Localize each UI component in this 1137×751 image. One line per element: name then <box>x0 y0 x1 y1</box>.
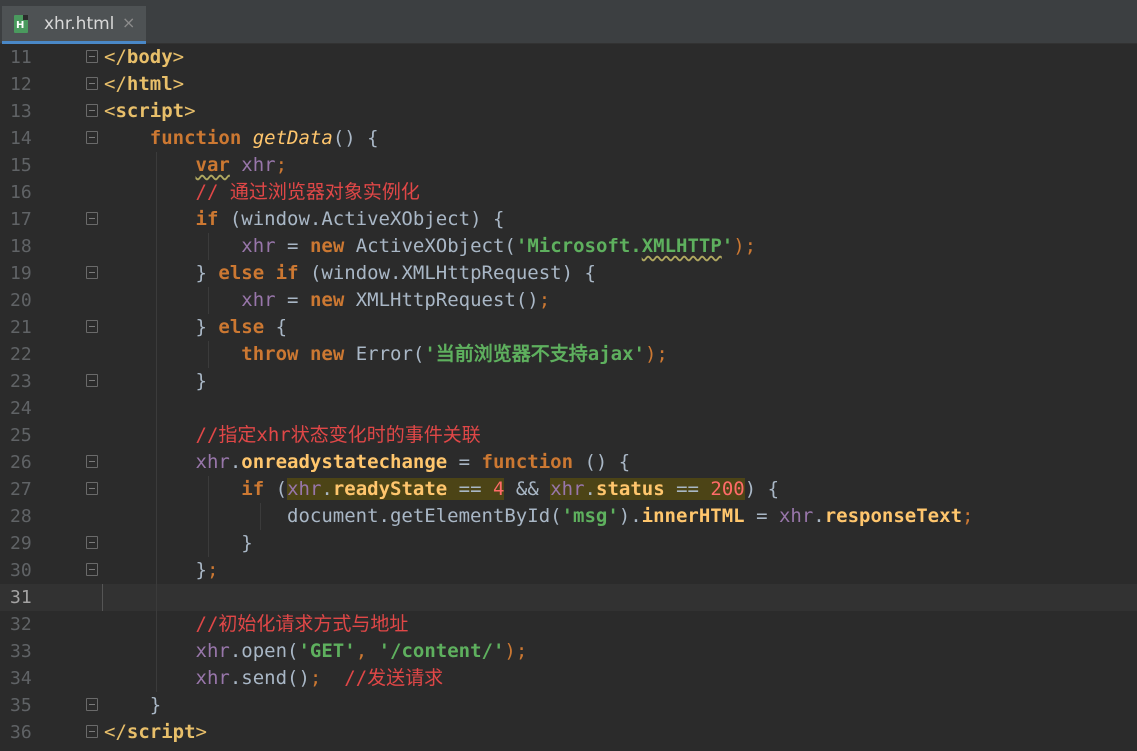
line-number: 19 <box>10 263 32 284</box>
code-line[interactable]: 32 //初始化请求方式与地址 <box>0 611 1137 638</box>
code-line[interactable]: 14 function getData() { <box>0 125 1137 152</box>
code-line[interactable]: 21 } else { <box>0 314 1137 341</box>
line-number: 35 <box>10 695 32 716</box>
ide-window: H xhr.html × 11 </body> 12 </html> 13 <s… <box>0 0 1137 751</box>
fold-icon[interactable] <box>86 536 98 549</box>
tab-xhr-html[interactable]: H xhr.html × <box>2 6 146 44</box>
code-line[interactable]: 15 var xhr; <box>0 152 1137 179</box>
code-line[interactable]: 30 }; <box>0 557 1137 584</box>
fold-icon[interactable] <box>86 131 98 144</box>
line-number: 30 <box>10 560 32 581</box>
editor-tab-bar: H xhr.html × <box>0 0 1137 44</box>
line-number: 32 <box>10 614 32 635</box>
code-line-current[interactable]: 31 <box>0 584 1137 611</box>
code-line[interactable]: 17 if (window.ActiveXObject) { <box>0 206 1137 233</box>
line-number: 21 <box>10 317 32 338</box>
close-icon[interactable]: × <box>122 13 135 32</box>
line-number: 15 <box>10 155 32 176</box>
code-line[interactable]: 19 } else if (window.XMLHttpRequest) { <box>0 260 1137 287</box>
code-line[interactable]: 16 // 通过浏览器对象实例化 <box>0 179 1137 206</box>
code-line[interactable]: 29 } <box>0 530 1137 557</box>
code-line[interactable]: 28 document.getElementById('msg').innerH… <box>0 503 1137 530</box>
line-number: 25 <box>10 425 32 446</box>
line-number: 26 <box>10 452 32 473</box>
code-line[interactable]: 34 xhr.send(); //发送请求 <box>0 665 1137 692</box>
code-line[interactable]: 25 //指定xhr状态变化时的事件关联 <box>0 422 1137 449</box>
fold-icon[interactable] <box>86 212 98 225</box>
fold-icon[interactable] <box>86 374 98 387</box>
line-number: 36 <box>10 722 32 743</box>
fold-icon[interactable] <box>86 50 98 63</box>
line-number: 13 <box>10 101 32 122</box>
line-number: 29 <box>10 533 32 554</box>
line-number: 24 <box>10 398 32 419</box>
line-number: 20 <box>10 290 32 311</box>
code-line[interactable]: 22 throw new Error('当前浏览器不支持ajax'); <box>0 341 1137 368</box>
line-number: 22 <box>10 344 32 365</box>
code-line[interactable]: 36 </script> <box>0 719 1137 746</box>
line-number: 17 <box>10 209 32 230</box>
line-number: 34 <box>10 668 32 689</box>
fold-icon[interactable] <box>86 77 98 90</box>
line-number: 12 <box>10 74 32 95</box>
fold-icon[interactable] <box>86 320 98 333</box>
fold-icon[interactable] <box>86 455 98 468</box>
line-number: 31 <box>10 587 32 608</box>
line-number: 18 <box>10 236 32 257</box>
line-number: 33 <box>10 641 32 662</box>
code-line[interactable]: 23 } <box>0 368 1137 395</box>
code-line[interactable]: 33 xhr.open('GET', '/content/'); <box>0 638 1137 665</box>
tab-label: xhr.html <box>44 14 115 34</box>
line-number: 27 <box>10 479 32 500</box>
line-number: 14 <box>10 128 32 149</box>
fold-icon[interactable] <box>86 482 98 495</box>
code-editor[interactable]: 11 </body> 12 </html> 13 <script> 14 fun… <box>0 44 1137 751</box>
fold-icon[interactable] <box>86 725 98 738</box>
code-line[interactable]: 13 <script> <box>0 98 1137 125</box>
fold-icon[interactable] <box>86 104 98 117</box>
code-line[interactable]: 11 </body> <box>0 44 1137 71</box>
fold-icon[interactable] <box>86 266 98 279</box>
code-line[interactable]: 35 } <box>0 692 1137 719</box>
line-number: 28 <box>10 506 32 527</box>
fold-icon[interactable] <box>86 698 98 711</box>
code-line[interactable]: 27 if (xhr.readyState == 4 && xhr.status… <box>0 476 1137 503</box>
line-number: 16 <box>10 182 32 203</box>
code-line[interactable]: 12 </html> <box>0 71 1137 98</box>
code-line[interactable]: 24 <box>0 395 1137 422</box>
html-file-icon: H <box>14 15 28 33</box>
code-line[interactable]: 20 xhr = new XMLHttpRequest(); <box>0 287 1137 314</box>
fold-icon[interactable] <box>86 563 98 576</box>
line-number: 11 <box>10 47 32 68</box>
code-line[interactable]: 18 xhr = new ActiveXObject('Microsoft.XM… <box>0 233 1137 260</box>
code-line[interactable]: 26 xhr.onreadystatechange = function () … <box>0 449 1137 476</box>
line-number: 23 <box>10 371 32 392</box>
